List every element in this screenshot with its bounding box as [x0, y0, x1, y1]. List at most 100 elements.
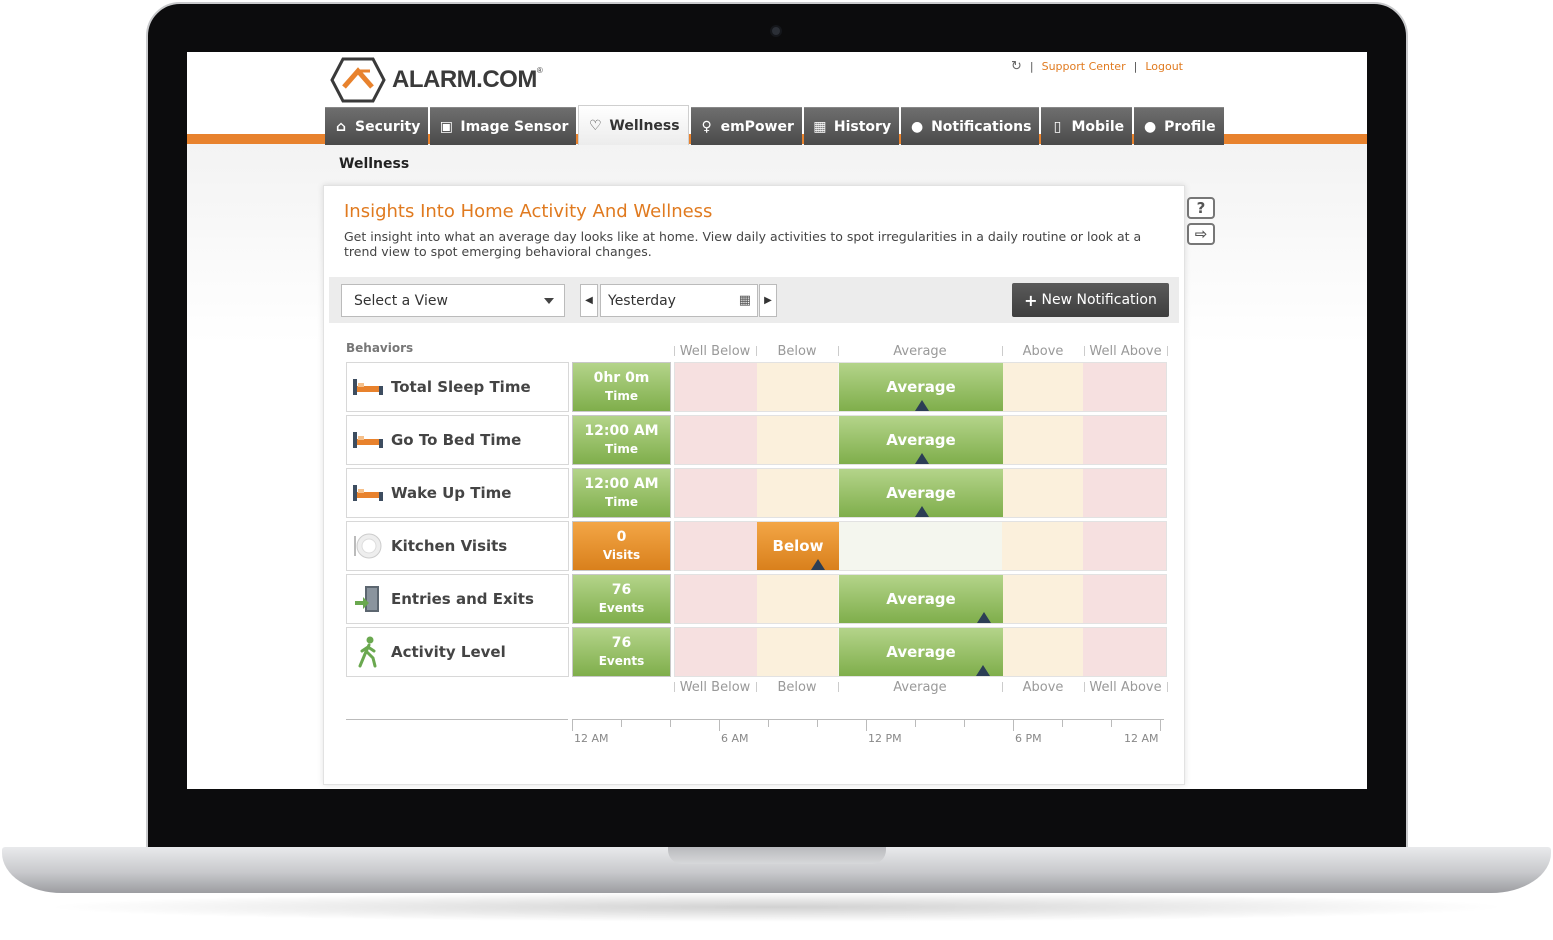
behavior-row[interactable]: Entries and Exits 76 Events Average: [346, 574, 1167, 624]
range-band: [1083, 575, 1166, 623]
behavior-label-cell[interactable]: Kitchen Visits: [346, 521, 569, 571]
behavior-row[interactable]: Total Sleep Time 0hr 0m Time Average: [346, 362, 1167, 412]
alarm-logo[interactable]: ALARM.COM®: [330, 57, 543, 103]
plate-icon: [351, 531, 385, 561]
main-nav-tabs: ⌂ Security ▣ Image Sensor ♡ Wellness ♀ emPow…: [325, 105, 1224, 145]
top-links: ↻ | Support Center | Logout: [1011, 59, 1183, 74]
behavior-label-cell[interactable]: Go To Bed Time: [346, 415, 569, 465]
range-band: [675, 628, 757, 676]
column-footer-well-above: Well Above: [1089, 680, 1162, 695]
timeline-label: 12 AM: [1124, 732, 1159, 745]
support-center-link[interactable]: Support Center: [1042, 60, 1126, 73]
position-marker-icon: [914, 400, 929, 411]
side-tools: ? ⇨: [1187, 197, 1215, 245]
status-highlight: Below: [757, 522, 839, 570]
range-band: [1001, 575, 1084, 623]
range-band: [1001, 363, 1084, 411]
calendar-icon[interactable]: ▦: [739, 293, 751, 308]
behavior-name: Activity Level: [391, 643, 506, 661]
refresh-icon[interactable]: ↻: [1011, 59, 1022, 74]
behavior-name: Wake Up Time: [391, 484, 512, 502]
prev-date-button[interactable]: ◀: [580, 284, 598, 317]
behavior-value: 76 Events: [572, 574, 671, 624]
column-divider: [756, 682, 757, 692]
tab-label: Profile: [1164, 118, 1216, 135]
tab-history[interactable]: ▦ History: [803, 107, 900, 145]
bed-icon: [351, 377, 385, 397]
timeline-tick: [915, 719, 916, 727]
tab-label: Image Sensor: [460, 118, 569, 135]
value-text: 76: [611, 582, 632, 598]
date-field[interactable]: Yesterday ▦: [600, 284, 758, 317]
tab-empower[interactable]: ♀ emPower: [690, 107, 802, 145]
help-icon[interactable]: ?: [1187, 197, 1215, 219]
behavior-name: Go To Bed Time: [391, 431, 522, 449]
timeline-label: 12 PM: [868, 732, 902, 745]
behavior-label-cell[interactable]: Wake Up Time: [346, 468, 569, 518]
behavior-value: 0 Visits: [572, 521, 671, 571]
value-unit: Events: [598, 654, 645, 668]
behavior-name: Total Sleep Time: [391, 378, 531, 396]
laptop-shadow: [40, 892, 1513, 922]
tab-image-sensor[interactable]: ▣ Image Sensor: [430, 107, 577, 145]
timeline-tick: [621, 719, 622, 727]
view-select[interactable]: Select a View: [341, 284, 565, 317]
chevron-down-icon: [544, 298, 554, 304]
plus-icon: +: [1024, 290, 1038, 310]
range-bands: Below: [674, 521, 1167, 571]
range-band: [675, 416, 757, 464]
tab-label: Mobile: [1071, 118, 1125, 135]
column-header-below: Below: [777, 344, 817, 359]
behavior-row[interactable]: Wake Up Time 12:00 AM Time Average: [346, 468, 1167, 518]
column-footer-average: Average: [893, 680, 947, 695]
tab-wellness[interactable]: ♡ Wellness: [578, 105, 689, 145]
wellness-panel: Insights Into Home Activity And Wellness…: [323, 185, 1185, 785]
behaviors-label: Behaviors: [346, 341, 414, 355]
range-band: [675, 575, 757, 623]
timeline-tick: [1160, 719, 1161, 731]
value-text: 0hr 0m: [593, 370, 650, 386]
range-band: [1001, 416, 1084, 464]
logout-link[interactable]: Logout: [1145, 60, 1183, 73]
new-notification-button[interactable]: + New Notification: [1012, 283, 1169, 317]
behavior-label-cell[interactable]: Entries and Exits: [346, 574, 569, 624]
tab-label: emPower: [720, 118, 794, 135]
column-divider: [674, 682, 675, 692]
value-text: 12:00 AM: [584, 423, 659, 439]
tab-mobile[interactable]: ▯ Mobile: [1041, 107, 1133, 145]
behavior-row[interactable]: Kitchen Visits 0 Visits Below: [346, 521, 1167, 571]
heart-icon: ♡: [589, 117, 602, 134]
logo-text: ALARM.COM: [392, 66, 537, 93]
tab-notifications[interactable]: ● Notifications: [901, 107, 1040, 145]
behavior-row[interactable]: Go To Bed Time 12:00 AM Time Average: [346, 415, 1167, 465]
range-band: [1083, 469, 1166, 517]
behavior-label-cell[interactable]: Activity Level: [346, 627, 569, 677]
tab-security[interactable]: ⌂ Security: [325, 107, 429, 145]
position-marker-icon: [810, 559, 825, 570]
tab-label: Security: [355, 118, 421, 135]
value-unit: Time: [605, 495, 638, 509]
separator: |: [1133, 60, 1138, 73]
behavior-value: 76 Events: [572, 627, 671, 677]
tab-profile[interactable]: ● Profile: [1134, 107, 1224, 145]
camera-icon: [770, 25, 782, 37]
timeline-tick: [670, 719, 671, 727]
timeline-tick: [768, 719, 769, 727]
breadcrumb: Wellness: [339, 156, 410, 172]
column-divider: [1002, 682, 1003, 692]
next-date-button[interactable]: ▶: [759, 284, 777, 317]
behavior-name: Entries and Exits: [391, 590, 534, 608]
door-icon: [351, 584, 385, 614]
behavior-row[interactable]: Activity Level 76 Events Average: [346, 627, 1167, 677]
timeline-tick: [1013, 719, 1014, 731]
column-divider: [1084, 682, 1085, 692]
range-band: [756, 628, 839, 676]
tab-label: Notifications: [931, 118, 1032, 135]
range-band: [1001, 522, 1084, 570]
column-divider: [756, 346, 757, 356]
column-footer-below: Below: [777, 680, 817, 695]
range-band: [1083, 522, 1166, 570]
behavior-label-cell[interactable]: Total Sleep Time: [346, 362, 569, 412]
signpost-icon[interactable]: ⇨: [1187, 223, 1215, 245]
position-marker-icon: [914, 453, 929, 464]
